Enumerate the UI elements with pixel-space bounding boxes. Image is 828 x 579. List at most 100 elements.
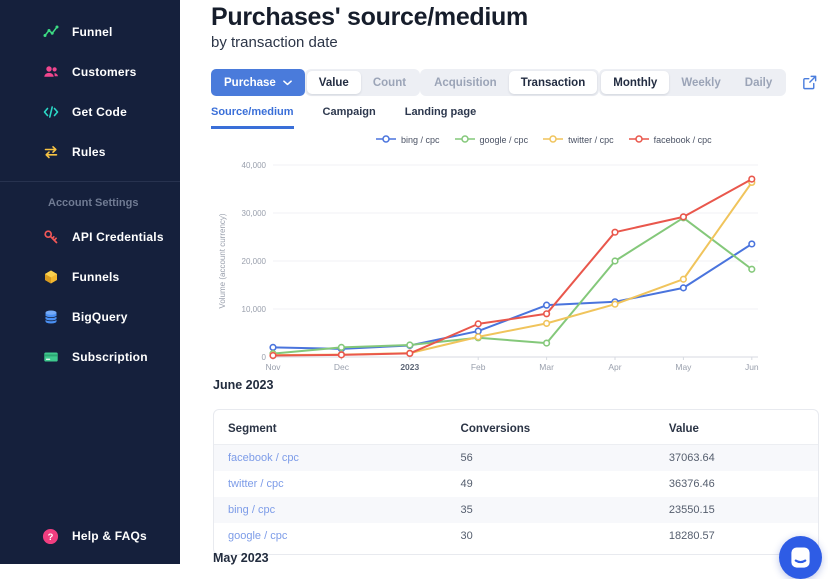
svg-text:2023: 2023: [400, 362, 419, 372]
legend-label: twitter / cpc: [568, 135, 614, 145]
svg-text:?: ?: [48, 531, 54, 542]
column-header-conversions: Conversions: [447, 410, 655, 445]
value-amount: 23550.15: [655, 497, 818, 523]
toggle-transaction[interactable]: Transaction: [509, 71, 598, 94]
sidebar-item-funnel[interactable]: Funnel: [0, 12, 180, 52]
svg-text:30,000: 30,000: [242, 209, 267, 218]
sidebar-section-label: Account Settings: [0, 182, 180, 217]
table-row: facebook / cpc5637063.64: [214, 445, 818, 472]
sidebar-item-rules[interactable]: Rules: [0, 132, 180, 172]
sidebar-item-label: BigQuery: [72, 310, 128, 324]
toggle-acquisition[interactable]: Acquisition: [422, 71, 509, 94]
segment-link[interactable]: twitter / cpc: [214, 471, 447, 497]
sidebar-item-label: Customers: [72, 65, 136, 79]
svg-text:0: 0: [262, 353, 267, 362]
sidebar-item-label: Get Code: [72, 105, 127, 119]
toggle-daily[interactable]: Daily: [733, 71, 785, 94]
svg-text:May: May: [675, 362, 692, 372]
svg-text:20,000: 20,000: [242, 257, 267, 266]
toggle-weekly[interactable]: Weekly: [669, 71, 732, 94]
table-row: google / cpc3018280.57: [214, 523, 818, 549]
database-icon: [42, 309, 59, 326]
conversions-value: 56: [447, 445, 655, 472]
period-toggle: MonthlyWeeklyDaily: [599, 69, 786, 96]
controls-row: Purchase ValueCount AcquisitionTransacti…: [211, 69, 815, 96]
sidebar-item-subscription[interactable]: Subscription: [0, 337, 180, 377]
svg-text:Apr: Apr: [608, 362, 621, 372]
purchase-dropdown-label: Purchase: [224, 77, 276, 89]
sidebar-item-customers[interactable]: Customers: [0, 52, 180, 92]
column-header-segment: Segment: [214, 410, 447, 445]
conversions-value: 30: [447, 523, 655, 549]
month-heading-june: June 2023: [213, 378, 273, 392]
sidebar-item-label: API Credentials: [72, 230, 164, 244]
svg-text:10,000: 10,000: [242, 305, 267, 314]
value-amount: 37063.64: [655, 445, 818, 472]
table-row: twitter / cpc4936376.46: [214, 471, 818, 497]
segment-link[interactable]: google / cpc: [214, 523, 447, 549]
page-subtitle: by transaction date: [211, 34, 338, 51]
sidebar-help-nav: ? Help & FAQs: [0, 516, 180, 564]
purchase-dropdown-button[interactable]: Purchase: [211, 69, 305, 96]
sidebar-item-help-faqs[interactable]: ? Help & FAQs: [0, 516, 180, 556]
legend-label: facebook / cpc: [654, 135, 712, 145]
line-chart: 0 10,000 20,000 30,000 40,000 Nov Dec 2023 Feb Ma…: [195, 147, 828, 379]
svg-text:40,000: 40,000: [242, 161, 267, 170]
sidebar-main-nav: Funnel Customers Get Code Rules: [0, 0, 180, 172]
help-icon: ?: [42, 528, 59, 545]
sidebar: Funnel Customers Get Code Rules Account Set…: [0, 0, 180, 564]
line-chart-svg: 0 10,000 20,000 30,000 40,000 Nov Dec 2023 Feb Ma…: [195, 147, 828, 379]
toggle-monthly[interactable]: Monthly: [601, 71, 669, 94]
legend-label: bing / cpc: [401, 135, 440, 145]
month-heading-may: May 2023: [213, 551, 269, 565]
svg-text:Mar: Mar: [539, 362, 554, 372]
sidebar-item-bigquery[interactable]: BigQuery: [0, 297, 180, 337]
svg-text:Dec: Dec: [334, 362, 350, 372]
acquisition-transaction-toggle: AcquisitionTransaction: [420, 69, 599, 96]
segments-table-card: SegmentConversionsValue facebook / cpc56…: [213, 409, 819, 555]
conversions-value: 35: [447, 497, 655, 523]
chat-launcher-button[interactable]: [779, 536, 822, 579]
table-body: facebook / cpc5637063.64twitter / cpc493…: [214, 445, 818, 550]
sidebar-item-funnels[interactable]: Funnels: [0, 257, 180, 297]
segments-table: SegmentConversionsValue facebook / cpc56…: [214, 410, 818, 549]
svg-text:Feb: Feb: [471, 362, 486, 372]
legend-label: google / cpc: [480, 135, 529, 145]
toggle-count[interactable]: Count: [361, 71, 418, 94]
sidebar-item-api-credentials[interactable]: API Credentials: [0, 217, 180, 257]
sidebar-settings-nav: API Credentials Funnels BigQuery Subscripti…: [0, 217, 180, 377]
svg-text:Jun: Jun: [745, 362, 759, 372]
key-icon: [42, 229, 59, 246]
main-content: Purchases' source/medium by transaction …: [180, 0, 828, 564]
segment-link[interactable]: bing / cpc: [214, 497, 447, 523]
code-icon: [42, 104, 59, 121]
sidebar-item-label: Help & FAQs: [72, 529, 147, 543]
sidebar-item-label: Funnel: [72, 25, 113, 39]
funnel-icon: [42, 24, 59, 41]
page-title: Purchases' source/medium: [211, 3, 528, 32]
toggle-value[interactable]: Value: [307, 71, 361, 94]
column-header-value: Value: [655, 410, 818, 445]
sidebar-item-label: Subscription: [72, 350, 148, 364]
value-amount: 36376.46: [655, 471, 818, 497]
tabs-row: Source/medium Campaign Landing page: [211, 106, 476, 129]
cube-icon: [42, 269, 59, 286]
sidebar-item-get-code[interactable]: Get Code: [0, 92, 180, 132]
tab-source-medium[interactable]: Source/medium: [211, 106, 294, 129]
swap-arrows-icon: [42, 144, 59, 161]
sidebar-item-label: Funnels: [72, 270, 119, 284]
card-icon: [42, 349, 59, 366]
customers-icon: [42, 64, 59, 81]
tab-campaign[interactable]: Campaign: [323, 106, 376, 129]
value-count-toggle: ValueCount: [305, 69, 420, 96]
table-row: bing / cpc3523550.15: [214, 497, 818, 523]
tab-landing-page[interactable]: Landing page: [405, 106, 477, 129]
external-link-icon[interactable]: [799, 73, 819, 93]
svg-text:Volume (account currency): Volume (account currency): [218, 213, 227, 308]
segment-link[interactable]: facebook / cpc: [214, 445, 447, 472]
chevron-down-icon: [283, 77, 292, 89]
sidebar-item-label: Rules: [72, 145, 106, 159]
svg-text:Nov: Nov: [265, 362, 281, 372]
conversions-value: 49: [447, 471, 655, 497]
table-header-row: SegmentConversionsValue: [214, 410, 818, 445]
